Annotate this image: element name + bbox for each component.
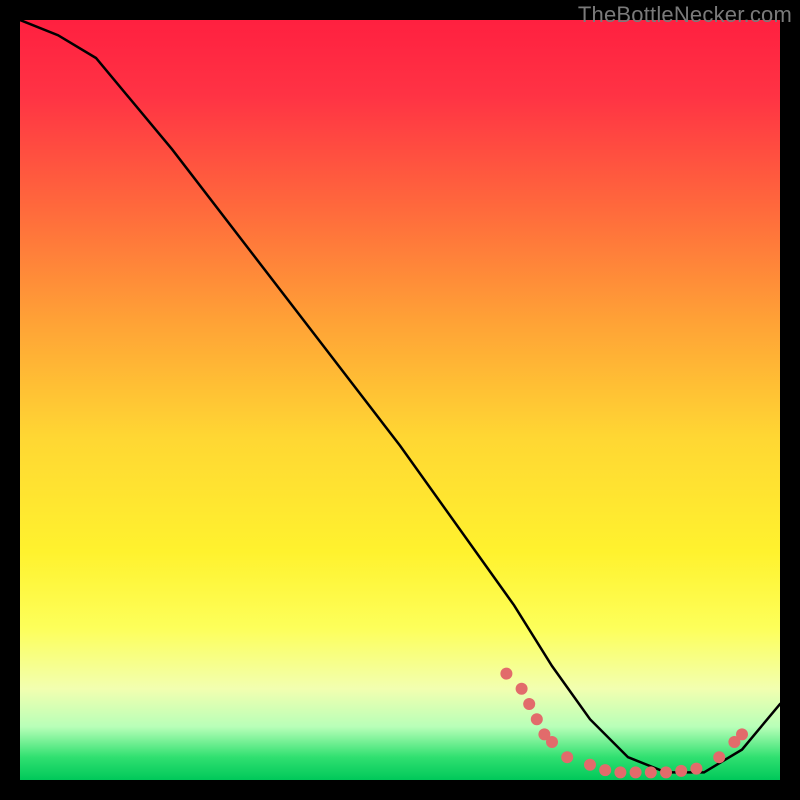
marker-dot <box>500 668 512 680</box>
chart-svg <box>20 20 780 780</box>
marker-dot <box>523 698 535 710</box>
marker-dot <box>561 751 573 763</box>
marker-dot <box>546 736 558 748</box>
marker-dot <box>690 763 702 775</box>
marker-dot <box>675 765 687 777</box>
marker-dot <box>660 766 672 778</box>
marker-dot <box>736 728 748 740</box>
marker-dot <box>516 683 528 695</box>
chart-frame: TheBottleNecker.com <box>0 0 800 800</box>
marker-dot <box>713 751 725 763</box>
curve-path <box>20 20 780 772</box>
marker-dot <box>531 713 543 725</box>
marker-dot <box>584 759 596 771</box>
marker-dot <box>645 766 657 778</box>
marker-dot <box>614 766 626 778</box>
marker-group <box>500 668 748 779</box>
marker-dot <box>599 764 611 776</box>
watermark-label: TheBottleNecker.com <box>578 2 792 28</box>
marker-dot <box>630 766 642 778</box>
plot-area <box>20 20 780 780</box>
